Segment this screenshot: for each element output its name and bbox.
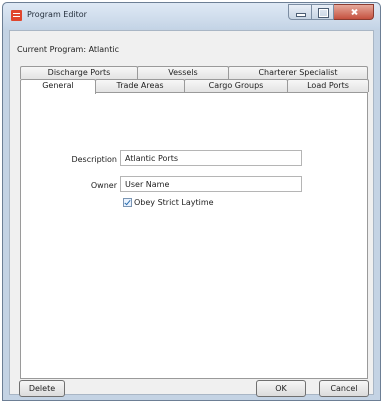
obey-strict-laytime-checkbox[interactable]	[123, 198, 132, 207]
general-tab-panel: Description Atlantic Ports Owner User Na…	[20, 92, 368, 379]
minimize-icon[interactable]	[288, 4, 312, 20]
cancel-button[interactable]: Cancel	[319, 380, 369, 397]
obey-strict-laytime-option[interactable]: Obey Strict Laytime	[123, 198, 214, 207]
dialog-body: Current Program: Atlantic Discharge Port…	[9, 30, 374, 397]
delete-button[interactable]: Delete	[19, 380, 65, 397]
program-editor-window: Program Editor Current Program: Atlantic…	[2, 2, 381, 401]
owner-label: Owner	[90, 181, 117, 190]
tab-trade-areas[interactable]: Trade Areas	[95, 79, 185, 92]
description-label: Description	[71, 155, 117, 164]
tab-row-front: General Trade Areas Cargo Groups Load Po…	[20, 79, 369, 94]
tab-discharge-ports[interactable]: Discharge Ports	[20, 66, 138, 79]
ok-button[interactable]: OK	[256, 380, 306, 397]
tab-general[interactable]: General	[20, 79, 96, 94]
title-bar[interactable]: Program Editor	[3, 3, 380, 29]
tab-cargo-groups[interactable]: Cargo Groups	[184, 79, 288, 92]
close-icon[interactable]	[334, 4, 374, 20]
window-title: Program Editor	[27, 10, 87, 19]
tab-row-back: Discharge Ports Vessels Charterer Specia…	[20, 66, 368, 79]
window-controls	[288, 4, 374, 20]
owner-field[interactable]: User Name	[120, 176, 302, 192]
current-program-label: Current Program: Atlantic	[17, 45, 120, 54]
tab-load-ports[interactable]: Load Ports	[287, 79, 369, 92]
tab-charterer-specialist[interactable]: Charterer Specialist	[228, 66, 368, 79]
description-field[interactable]: Atlantic Ports	[120, 150, 302, 166]
tab-vessels[interactable]: Vessels	[137, 66, 229, 79]
maximize-icon[interactable]	[312, 4, 334, 20]
app-icon	[11, 10, 22, 21]
obey-strict-laytime-label: Obey Strict Laytime	[134, 198, 214, 207]
